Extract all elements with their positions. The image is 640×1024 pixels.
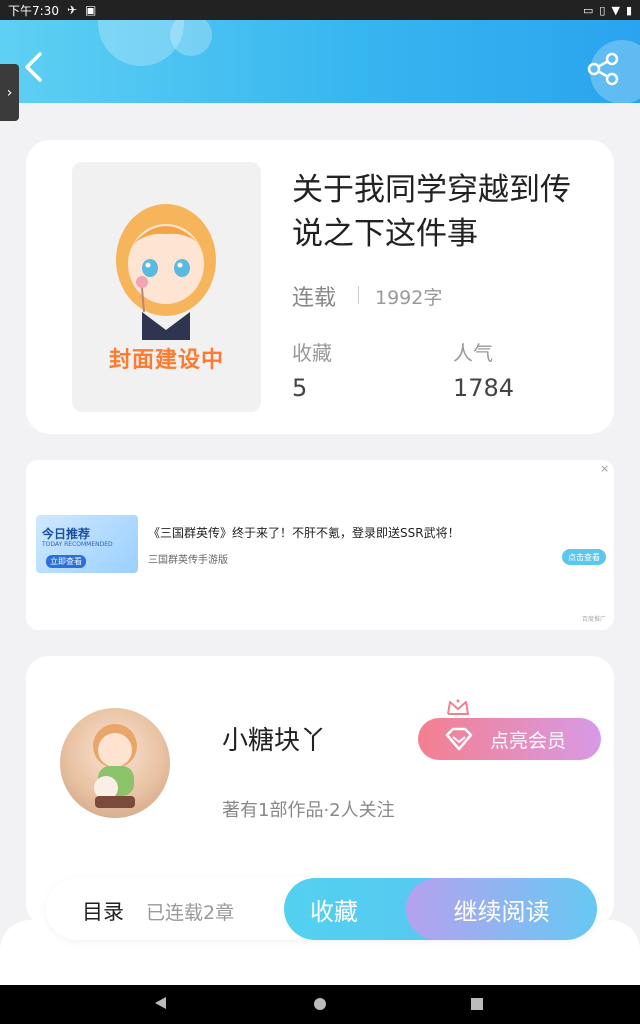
ad-banner[interactable]: 今日推荐 TODAY RECOMMENDED 立即查看 《三国群英传》终于来了！… — [26, 460, 614, 630]
vip-button-label: 点亮会员 — [490, 729, 567, 752]
book-info-card: 封面建设中 关于我同学穿越到传说之下这件事 连载 1992字 收藏 5 人气 1… — [26, 140, 614, 434]
author-name[interactable]: 小糖块丫 — [222, 720, 326, 757]
status-time: 下午7:30 — [8, 3, 59, 18]
vibrate-icon: ▯ — [599, 3, 606, 17]
avatar-illustration — [93, 724, 137, 808]
book-status: 连载 — [292, 286, 337, 311]
favorites-label: 收藏 — [292, 341, 332, 365]
author-meta: 著有1部作品·2人关注 — [222, 800, 395, 821]
chevron-left-icon[interactable] — [18, 50, 52, 84]
bag-icon: ▣ — [85, 3, 97, 17]
ad-image-title: 今日推荐 — [42, 527, 91, 541]
cast-icon: ▭ — [583, 3, 594, 17]
chapter-count[interactable]: 已连载2章 — [146, 898, 234, 925]
notification-icon: ✈ — [66, 3, 78, 17]
ad-view-button[interactable]: 点击查看 — [562, 549, 606, 565]
toc-button[interactable]: 目录 — [82, 896, 124, 926]
bottom-action-bar: 目录 已连载2章 收藏 继续阅读 — [46, 878, 597, 940]
wifi-icon: ▼ — [611, 3, 620, 17]
close-icon[interactable]: × — [600, 462, 609, 475]
cover-placeholder-text: 封面建设中 — [108, 348, 224, 373]
book-title: 关于我同学穿越到传说之下这件事 — [292, 172, 571, 252]
ad-image-button: 立即查看 — [46, 555, 86, 568]
ad-subtitle: 三国群英传手游版 — [148, 555, 228, 566]
book-cover[interactable]: 封面建设中 — [72, 162, 261, 412]
decor-bubble — [170, 20, 212, 56]
header-bar — [0, 20, 640, 103]
continue-reading-label: 继续阅读 — [453, 897, 550, 926]
status-bar: 下午7:30 ✈ ▣ ▭ ▯ ▼ ▮ — [0, 0, 640, 20]
popularity-value: 1784 — [453, 374, 515, 402]
nav-back-icon[interactable] — [155, 997, 166, 1009]
nav-recents-icon[interactable] — [471, 998, 483, 1010]
share-icon[interactable] — [586, 52, 620, 86]
ad-title: 《三国群英传》终于来了！不肝不氪，登录即送SSR武将！ — [148, 526, 460, 540]
battery-icon: ▮ — [625, 3, 632, 17]
crown-icon — [447, 699, 469, 715]
side-drawer-tab[interactable]: › — [0, 64, 19, 121]
cover-illustration — [116, 204, 216, 340]
ad-image-subtitle: TODAY RECOMMENDED — [42, 541, 113, 548]
nav-home-icon[interactable] — [314, 998, 326, 1010]
word-count: 1992字 — [375, 287, 443, 309]
ad-tag: 百度推广 — [582, 616, 607, 623]
vip-button[interactable]: 点亮会员 — [418, 718, 601, 760]
system-nav-bar — [0, 985, 640, 1024]
diamond-icon — [445, 727, 473, 751]
popularity-label: 人气 — [453, 341, 493, 365]
favorites-value: 5 — [292, 374, 308, 402]
avatar[interactable] — [60, 708, 170, 818]
status-divider — [358, 286, 359, 304]
favorite-button-label: 收藏 — [310, 897, 358, 926]
ad-image[interactable]: 今日推荐 TODAY RECOMMENDED 立即查看 — [36, 515, 138, 573]
continue-reading-button[interactable]: 继续阅读 — [406, 878, 597, 940]
